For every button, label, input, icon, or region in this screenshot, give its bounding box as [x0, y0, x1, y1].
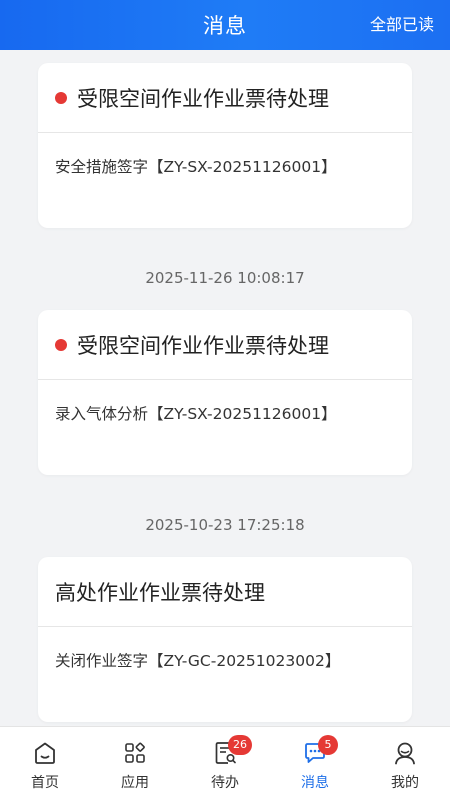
message-card[interactable]: 高处作业作业票待处理 关闭作业签字【ZY-GC-20251023002】: [38, 557, 412, 722]
message-body: 录入气体分析【ZY-SX-20251126001】: [55, 405, 337, 423]
tab-apps[interactable]: 应用: [90, 727, 180, 800]
message-badge: 5: [318, 735, 338, 755]
message-title: 受限空间作业作业票待处理: [77, 333, 329, 358]
home-icon: [35, 742, 55, 764]
message-card-header: 高处作业作业票待处理: [38, 557, 412, 627]
tab-todo[interactable]: 26 待办: [180, 727, 270, 800]
message-card[interactable]: 受限空间作业作业票待处理 安全措施签字【ZY-SX-20251126001】: [38, 63, 412, 228]
tab-label: 首页: [31, 775, 59, 791]
apps-icon: [125, 742, 145, 763]
profile-icon: [395, 742, 415, 765]
unread-dot-icon: [55, 91, 67, 104]
top-header: 消息 全部已读: [0, 0, 450, 50]
message-body: 安全措施签字【ZY-SX-20251126001】: [55, 158, 337, 176]
unread-dot-icon: [55, 338, 67, 351]
mark-all-read-button[interactable]: 全部已读: [370, 0, 434, 50]
todo-badge: 26: [228, 735, 252, 755]
message-card-header: 受限空间作业作业票待处理: [38, 310, 412, 380]
tab-profile[interactable]: 我的: [360, 727, 450, 800]
message-title: 高处作业作业票待处理: [55, 580, 265, 605]
tab-messages[interactable]: 5 消息: [270, 727, 360, 800]
bottom-tab-bar: 首页 应用 26 待办 5 消息 我的: [0, 726, 450, 800]
message-card[interactable]: 受限空间作业作业票待处理 录入气体分析【ZY-SX-20251126001】: [38, 310, 412, 475]
tab-label: 消息: [301, 775, 329, 791]
message-timestamp: 2025-11-26 10:08:17: [145, 269, 305, 287]
message-list[interactable]: 受限空间作业作业票待处理 安全措施签字【ZY-SX-20251126001】 2…: [0, 50, 450, 726]
tab-label: 我的: [391, 775, 419, 791]
page-title: 消息: [203, 14, 247, 38]
tab-home[interactable]: 首页: [0, 727, 90, 800]
tab-label: 待办: [211, 775, 239, 791]
message-title: 受限空间作业作业票待处理: [77, 86, 329, 111]
message-timestamp: 2025-10-23 17:25:18: [145, 516, 305, 534]
message-card-header: 受限空间作业作业票待处理: [38, 63, 412, 133]
message-body: 关闭作业签字【ZY-GC-20251023002】: [55, 652, 341, 670]
tab-label: 应用: [121, 775, 149, 791]
